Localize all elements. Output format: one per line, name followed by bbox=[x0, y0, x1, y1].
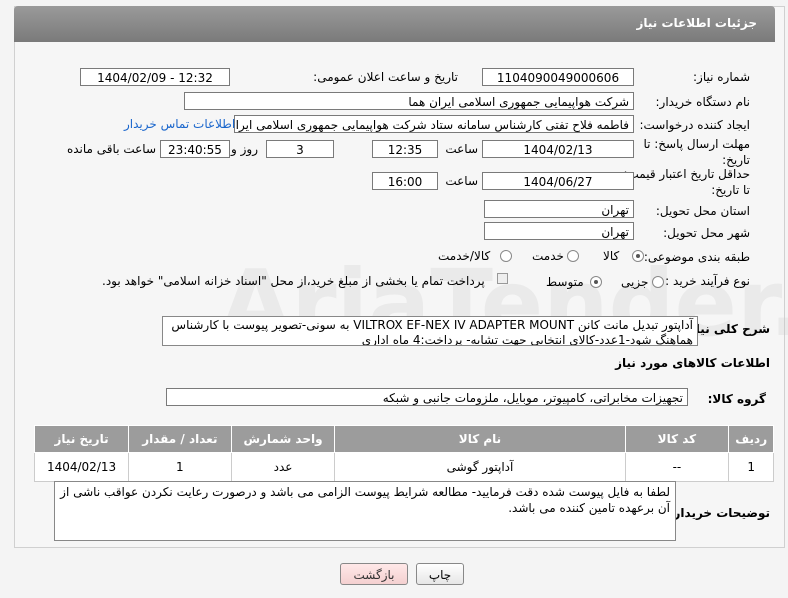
validity-time-label: ساعت bbox=[445, 174, 478, 188]
remaining-time-field: 23:40:55 bbox=[160, 140, 230, 158]
creator-label: ایجاد کننده درخواست: bbox=[639, 118, 750, 132]
buyer-org-label: نام دستگاه خریدار: bbox=[655, 95, 751, 109]
buyer-notes-textarea[interactable]: لطفا به فایل پیوست شده دقت فرمایید- مطال… bbox=[54, 481, 676, 541]
category-label: طبقه بندی موضوعی: bbox=[643, 250, 750, 264]
creator-field: فاطمه فلاح تفتی کارشناس سامانه ستاد شرکت… bbox=[234, 115, 634, 133]
validity-date-field: 1404/06/27 bbox=[482, 172, 634, 190]
col-unit: واحد شمارش bbox=[230, 425, 336, 453]
deadline-time-label: ساعت bbox=[445, 142, 478, 156]
goods-table: تاریخ نیاز تعداد / مقدار واحد شمارش نام … bbox=[33, 425, 774, 482]
remaining-time-label: ساعت باقی مانده bbox=[66, 142, 156, 156]
cell-quantity: 1 bbox=[128, 452, 232, 482]
city-label: شهر محل تحویل: bbox=[663, 226, 750, 240]
cell-item-name: آداپتور گوشی bbox=[334, 452, 626, 482]
panel-header: جزئیات اطلاعات نیاز bbox=[14, 6, 775, 42]
goods-section-title: اطلاعات کالاهای مورد نیاز bbox=[615, 356, 770, 370]
cell-item-code: -- bbox=[624, 452, 730, 482]
category-radio-goods-service[interactable] bbox=[500, 250, 512, 262]
treasury-payment-note: پرداخت تمام یا بخشی از مبلغ خرید،از محل … bbox=[102, 274, 485, 288]
table-row: 1404/02/13 1 عدد آداپتور گوشی -- 1 bbox=[33, 452, 774, 482]
process-label: نوع فرآیند خرید : bbox=[665, 274, 750, 288]
col-quantity: تعداد / مقدار bbox=[128, 425, 232, 453]
col-item-name: نام کالا bbox=[334, 425, 626, 453]
category-option-goods: کالا bbox=[603, 249, 620, 263]
category-option-goods-service: کالا/خدمت bbox=[438, 249, 491, 263]
process-radio-minor[interactable] bbox=[652, 276, 664, 288]
deadline-time-field: 12:35 bbox=[372, 140, 438, 158]
category-radio-service[interactable] bbox=[567, 250, 579, 262]
category-radio-goods[interactable] bbox=[632, 250, 644, 262]
print-button[interactable]: چاپ bbox=[416, 563, 464, 585]
city-field: تهران bbox=[484, 222, 634, 240]
panel-title: جزئیات اطلاعات نیاز bbox=[636, 16, 757, 30]
process-option-minor: جزیی bbox=[621, 275, 649, 289]
cell-need-date: 1404/02/13 bbox=[33, 452, 130, 482]
validity-time-field: 16:00 bbox=[372, 172, 438, 190]
announce-label: تاریخ و ساعت اعلان عمومی: bbox=[313, 70, 458, 84]
category-option-service: خدمت bbox=[532, 249, 564, 263]
province-label: استان محل تحویل: bbox=[655, 204, 750, 218]
back-button[interactable]: بازگشت bbox=[340, 563, 408, 585]
buyer-contact-link[interactable]: اطلاعات تماس خریدار bbox=[124, 117, 235, 131]
cell-unit: عدد bbox=[230, 452, 336, 482]
buyer-org-field: شرکت هواپیمایی جمهوری اسلامی ایران هما bbox=[184, 92, 634, 110]
deadline-label: مهلت ارسال پاسخ: تا تاریخ: bbox=[643, 137, 750, 167]
validity-label: حداقل تاریخ اعتبار قیمت: تا تاریخ: bbox=[623, 167, 750, 197]
days-remaining-field: 3 bbox=[266, 140, 334, 158]
process-radio-medium[interactable] bbox=[590, 276, 602, 288]
col-need-date: تاریخ نیاز bbox=[33, 425, 130, 453]
cell-row-number: 1 bbox=[728, 452, 774, 482]
announce-datetime-field: 1404/02/09 - 12:32 bbox=[80, 68, 230, 86]
treasury-payment-checkbox[interactable] bbox=[497, 273, 508, 284]
col-item-code: کد کالا bbox=[624, 425, 730, 453]
buyer-notes-label: توضیحات خریدار: bbox=[668, 506, 770, 520]
goods-group-field: تجهیزات مخابراتی، کامپیوتر، موبایل، ملزو… bbox=[166, 388, 688, 406]
goods-group-label: گروه کالا: bbox=[707, 392, 766, 406]
province-field: تهران bbox=[484, 200, 634, 218]
need-number-label: شماره نیاز: bbox=[693, 70, 750, 84]
process-option-medium: متوسط bbox=[546, 275, 584, 289]
description-textarea[interactable]: آداپتور تبدیل مانت کانن VILTROX EF-NEX I… bbox=[162, 316, 698, 346]
deadline-date-field: 1404/02/13 bbox=[482, 140, 634, 158]
col-row-number: ردیف bbox=[728, 425, 774, 453]
goods-table-header: تاریخ نیاز تعداد / مقدار واحد شمارش نام … bbox=[33, 425, 774, 453]
need-number-field: 1104090049000606 bbox=[482, 68, 634, 86]
days-label: روز و bbox=[231, 142, 258, 156]
